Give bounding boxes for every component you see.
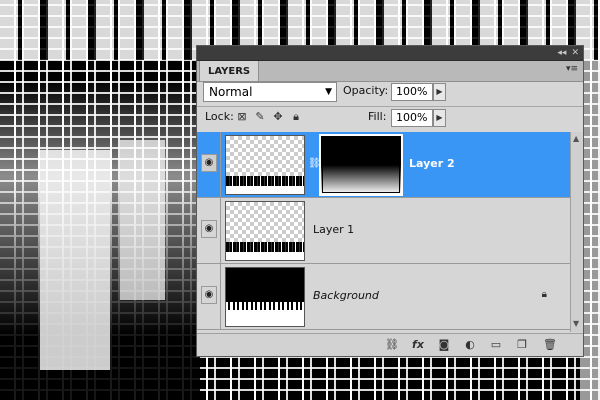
close-icon[interactable]: ✕ [571,46,579,60]
blend-opacity-row: Normal ▼ Opacity: 100% ▶ [203,82,577,104]
layers-list: ◉ ⛓ Layer 2 ◉ Layer 1 ◉ Background 🔒︎ [197,132,571,332]
link-layers-icon[interactable]: ⛓ [383,337,401,353]
fx-icon[interactable]: fx [409,337,427,353]
scroll-down-icon[interactable]: ▼ [573,319,579,328]
lock-all-icon[interactable]: 🔒︎ [289,110,303,124]
lock-image-icon[interactable]: ✎ [253,110,267,124]
chevron-down-icon: ▼ [325,87,332,97]
fill-label: Fill: [368,110,387,123]
lock-label: Lock: [205,110,234,123]
layer-thumbnail [225,201,305,261]
eye-icon[interactable]: ◉ [201,154,217,172]
opacity-input[interactable]: 100% [391,83,433,101]
new-layer-icon[interactable]: ❐ [513,337,531,353]
eye-icon[interactable]: ◉ [201,220,217,238]
layer-thumbnail [225,267,305,327]
layer-name[interactable]: Layer 2 [409,157,455,170]
opacity-label: Opacity: [343,84,389,97]
divider [197,106,583,107]
blend-mode-value: Normal [209,85,253,99]
layer-row-background[interactable]: ◉ Background 🔒︎ [197,264,571,330]
layers-panel: ◂◂ ✕ LAYERS ▾≡ Normal ▼ Opacity: 100% ▶ … [196,45,584,357]
tab-layers[interactable]: LAYERS [199,61,260,81]
layer-row-layer-1[interactable]: ◉ Layer 1 [197,198,571,264]
opacity-slider-button[interactable]: ▶ [433,83,446,101]
panel-tab-row: LAYERS ▾≡ [197,61,583,82]
lock-icon: 🔒︎ [541,289,547,300]
layer-row-layer-2[interactable]: ◉ ⛓ Layer 2 [197,132,571,198]
add-mask-icon[interactable]: ◙ [435,337,453,353]
layers-scrollbar[interactable]: ▲ ▼ [570,132,583,332]
fill-input[interactable]: 100% [391,109,433,127]
layer-mask-thumbnail[interactable] [319,134,403,196]
layer-name[interactable]: Layer 1 [313,223,354,236]
panel-title-bar[interactable]: ◂◂ ✕ [197,46,583,61]
adjustment-layer-icon[interactable]: ◐ [461,337,479,353]
divider [220,264,221,330]
panel-footer: ⛓ fx ◙ ◐ ▭ ❐ 🗑︎ [197,333,583,356]
fill-slider-button[interactable]: ▶ [433,109,446,127]
layer-thumbnail [225,135,305,195]
layer-name[interactable]: Background [313,289,379,302]
blend-mode-select[interactable]: Normal ▼ [203,82,337,102]
panel-menu-icon[interactable]: ▾≡ [566,64,578,74]
double-chevron-icon[interactable]: ◂◂ [557,46,566,60]
lock-fill-row: Lock: ⊠ ✎ ✥ 🔒︎ Fill: 100% ▶ [203,108,577,130]
scroll-up-icon[interactable]: ▲ [573,134,579,143]
trash-icon[interactable]: 🗑︎ [541,337,559,353]
divider [220,198,221,264]
new-group-icon[interactable]: ▭ [487,337,505,353]
canvas-fog [120,140,165,300]
canvas-fog [40,150,110,370]
eye-icon[interactable]: ◉ [201,286,217,304]
lock-position-icon[interactable]: ✥ [271,110,285,124]
divider [220,132,221,198]
lock-transparent-icon[interactable]: ⊠ [235,110,249,124]
